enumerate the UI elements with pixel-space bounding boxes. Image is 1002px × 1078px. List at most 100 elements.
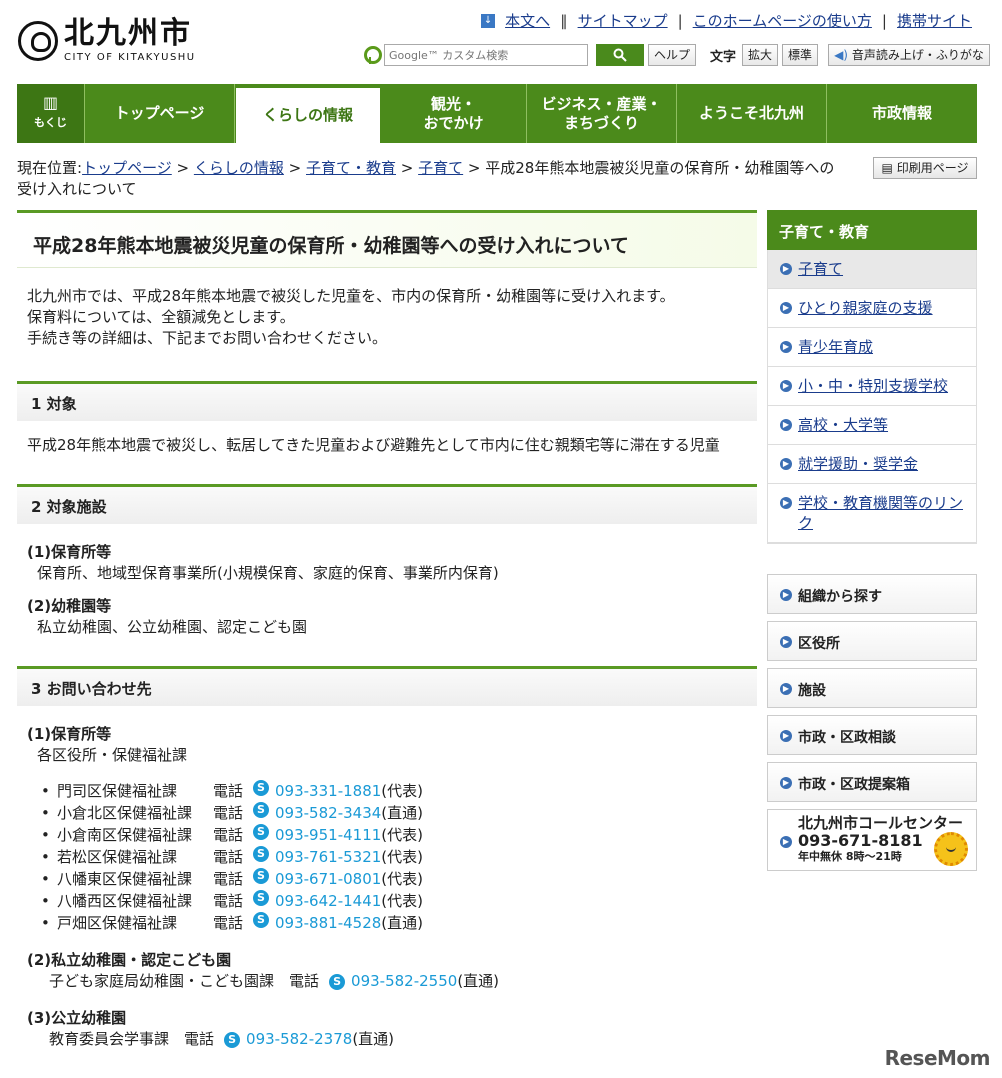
sub-text: 各区役所・保健福祉課: [37, 746, 188, 764]
city-emblem-icon: [18, 20, 58, 61]
sidebar-item-label[interactable]: ひとり親家庭の支援: [798, 299, 933, 317]
tel-label: 電話: [213, 826, 244, 844]
skype-icon[interactable]: S: [253, 868, 270, 884]
phone-number[interactable]: 093-951-4111: [275, 824, 381, 846]
search-button[interactable]: [596, 44, 644, 66]
skype-icon[interactable]: S: [224, 1031, 241, 1048]
intro-line: 手続き等の詳細は、下記までお問い合わせください。: [27, 329, 388, 347]
sidebar-item-label[interactable]: 就学援助・奨学金: [798, 455, 918, 473]
find-by-organization-button[interactable]: ▶ 組織から探す: [767, 574, 977, 614]
sidebar-item-schools[interactable]: ▶ 小・中・特別支援学校: [768, 367, 976, 406]
sidebar-item-label[interactable]: 学校・教育機関等のリンク: [798, 494, 963, 532]
phone-number[interactable]: 093-582-2378: [246, 1030, 352, 1048]
phone-number[interactable]: 093-881-4528: [275, 912, 381, 934]
office-name: 八幡西区保健福祉課: [57, 892, 193, 910]
nav-living-info[interactable]: くらしの情報: [235, 84, 381, 143]
skype-icon[interactable]: S: [253, 912, 270, 928]
chevron-right-icon: ▶: [780, 341, 792, 353]
sitemap-link[interactable]: サイトマップ: [578, 10, 668, 31]
facilities-button[interactable]: ▶ 施設: [767, 668, 977, 708]
section-text: 平成28年熊本地震で被災し、転居してきた児童および避難先として市内に住む親類宅等…: [27, 436, 720, 454]
phone-number[interactable]: 093-582-2550: [351, 972, 457, 990]
skype-icon[interactable]: S: [253, 890, 270, 906]
consultation-button[interactable]: ▶ 市政・区政相談: [767, 715, 977, 755]
call-center-banner[interactable]: ▶ 北九州市コールセンター 093-671-8181 年中無休 8時～21時: [767, 809, 977, 871]
nav-business[interactable]: ビジネス・産業・ まちづくり: [527, 84, 677, 143]
office-name: 小倉北区保健福祉課: [57, 804, 193, 822]
logo-title: 北九州市: [64, 16, 192, 51]
sidebar-item-links[interactable]: ▶ 学校・教育機関等のリンク: [768, 484, 976, 543]
button-label: 市政・区政相談: [798, 730, 896, 746]
button-label: 区役所: [798, 636, 840, 652]
separator: |: [881, 11, 887, 30]
breadcrumb-link[interactable]: 子育て・教育: [306, 159, 396, 177]
sidebar-buttons: ▶ 組織から探す ▶ 区役所 ▶ 施設 ▶ 市政・区政相談 ▶ 市政・区政提案箱 ▶ 北九…: [767, 574, 977, 871]
sidebar-heading: 子育て・教育: [767, 210, 977, 250]
site-logo[interactable]: 北九州市 CITY OF KITAKYUSHU: [18, 18, 196, 63]
main-content: 平成28年熊本地震被災児童の保育所・幼稚園等への受け入れについて 北九州市では、…: [17, 210, 757, 1050]
header-tools: ヘルプ 文字 拡大 標準 ◀) 音声読み上げ・ふりがな: [364, 44, 990, 66]
phone-number[interactable]: 093-582-3434: [275, 802, 381, 824]
nav-mokuji-label: もくじ: [34, 116, 67, 129]
how-to-use-link[interactable]: このホームページの使い方: [693, 10, 872, 31]
voice-reader-label: 音声読み上げ・ふりがな: [851, 48, 984, 62]
sidebar-item-kosodate[interactable]: ▶ 子育て: [768, 250, 976, 289]
breadcrumb-link[interactable]: くらしの情報: [194, 159, 284, 177]
sub-text: 保育所、地域型保育事業所(小規模保育、家庭的保育、事業所内保育): [37, 564, 499, 582]
sidebar-item-high-school[interactable]: ▶ 高校・大学等: [768, 406, 976, 445]
phone-note: (代表): [381, 782, 423, 800]
sidebar-item-label[interactable]: 小・中・特別支援学校: [798, 377, 948, 395]
list-item: 門司区保健福祉課 電話 S 093-331-1881(代表): [41, 780, 747, 802]
skype-icon[interactable]: S: [253, 780, 270, 796]
nav-tourism[interactable]: 観光・ おでかけ: [381, 84, 527, 143]
book-icon: ▥: [42, 93, 59, 112]
nav-welcome[interactable]: ようこそ北九州: [677, 84, 827, 143]
contact-line: 教育委員会学事課 電話 S 093-582-2378(直通): [27, 1029, 747, 1050]
ward-office-button[interactable]: ▶ 区役所: [767, 621, 977, 661]
suggestion-box-button[interactable]: ▶ 市政・区政提案箱: [767, 762, 977, 802]
list-item: 八幡東区保健福祉課 電話 S 093-671-0801(代表): [41, 868, 747, 890]
phone-number[interactable]: 093-642-1441: [275, 890, 381, 912]
skype-icon[interactable]: S: [253, 846, 270, 862]
sidebar-item-youth[interactable]: ▶ 青少年育成: [768, 328, 976, 367]
text-standard-button[interactable]: 標準: [782, 44, 819, 66]
sidebar-item-label[interactable]: 子育て: [798, 260, 843, 278]
help-button[interactable]: ヘルプ: [648, 44, 697, 66]
search-input[interactable]: [384, 44, 588, 66]
text-size-label: 文字: [710, 49, 737, 65]
button-label: 市政・区政提案箱: [798, 777, 910, 793]
nav-city-info[interactable]: 市政情報: [827, 84, 977, 143]
skype-icon[interactable]: S: [253, 802, 270, 818]
phone-note: (直通): [381, 914, 423, 932]
print-page-label: 印刷用ページ: [896, 161, 969, 175]
sidebar-item-scholarship[interactable]: ▶ 就学援助・奨学金: [768, 445, 976, 484]
sidebar-item-label[interactable]: 高校・大学等: [798, 416, 888, 434]
chevron-right-icon: ▶: [780, 302, 792, 314]
contact-line: 子ども家庭局幼稚園・こども園課 電話 S 093-582-2550(直通): [27, 971, 747, 992]
text-zoom-button[interactable]: 拡大: [742, 44, 779, 66]
skype-icon[interactable]: S: [329, 973, 346, 990]
intro-line: 保育料については、全額減免とします。: [27, 308, 295, 326]
nav-top-page[interactable]: トップページ: [85, 84, 235, 143]
phone-number[interactable]: 093-671-0801: [275, 868, 381, 890]
mobile-site-link[interactable]: 携帯サイト: [897, 10, 972, 31]
sidebar-item-single-parent[interactable]: ▶ ひとり親家庭の支援: [768, 289, 976, 328]
button-label: 組織から探す: [798, 589, 882, 605]
tel-label: 電話: [213, 892, 244, 910]
site-header: 北九州市 CITY OF KITAKYUSHU ↓ 本文へ ∥ サイトマップ |…: [0, 0, 1002, 84]
nav-mokuji[interactable]: ▥ もくじ: [17, 84, 85, 143]
sub-title: (1)保育所等: [27, 543, 112, 561]
skype-icon[interactable]: S: [253, 824, 270, 840]
sidebar-item-label[interactable]: 青少年育成: [798, 338, 873, 356]
skip-to-content-link[interactable]: 本文へ: [505, 10, 550, 31]
call-center-name: 北九州市コールセンター: [798, 814, 964, 832]
print-page-button[interactable]: ▤ 印刷用ページ: [873, 157, 977, 179]
phone-number[interactable]: 093-761-5321: [275, 846, 381, 868]
sub-title: (2)私立幼稚園・認定こども園: [27, 951, 232, 969]
breadcrumb-link[interactable]: トップページ: [82, 159, 172, 177]
breadcrumb-link[interactable]: 子育て: [418, 159, 463, 177]
section-body: (1)保育所等 保育所、地域型保育事業所(小規模保育、家庭的保育、事業所内保育)…: [17, 524, 757, 638]
voice-reader-button[interactable]: ◀) 音声読み上げ・ふりがな: [828, 44, 990, 66]
chevron-right-icon: ▶: [780, 777, 792, 789]
phone-number[interactable]: 093-331-1881: [275, 780, 381, 802]
